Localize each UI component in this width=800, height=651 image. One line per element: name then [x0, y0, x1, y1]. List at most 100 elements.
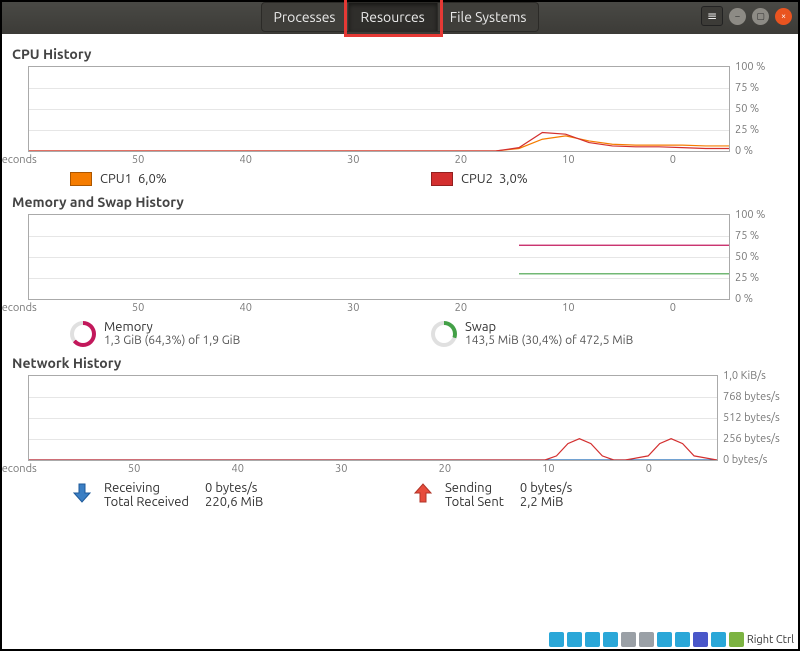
status-icon[interactable]	[711, 632, 726, 647]
x-tick: 0	[670, 154, 676, 166]
total-sent-value: 2,2 MiB	[520, 495, 572, 509]
memory-legend[interactable]: Memory 1,3 GiB (64,3%) of 1,9 GiB	[70, 320, 431, 347]
content: CPU History 100 % 75 % 50 % 25 % 0 % 60 …	[0, 34, 800, 509]
memory-section-title: Memory and Swap History	[12, 194, 792, 210]
y-tick: 75 %	[735, 82, 759, 94]
cpu2-swatch-icon	[431, 172, 453, 186]
status-icon[interactable]	[657, 632, 672, 647]
y-tick: 25 %	[735, 272, 759, 284]
status-icon[interactable]	[675, 632, 690, 647]
x-tick: 50	[132, 302, 144, 314]
status-icon[interactable]	[729, 632, 744, 647]
y-tick: 0 %	[735, 293, 753, 305]
y-tick: 0 bytes/s	[723, 454, 767, 466]
cpu1-legend[interactable]: CPU1 6,0%	[70, 172, 431, 186]
window-controls: ≡ – ▢ ×	[701, 6, 792, 26]
status-icon[interactable]	[603, 632, 618, 647]
close-button[interactable]: ×	[775, 8, 792, 25]
swap-label: Swap	[465, 320, 633, 334]
tab-processes[interactable]: Processes	[261, 2, 349, 32]
memory-x-axis: 60 seconds 50 40 30 20 10 0	[18, 302, 730, 314]
upload-arrow-icon	[411, 481, 435, 505]
status-icon[interactable]	[621, 632, 636, 647]
receiving-label: Receiving	[104, 481, 189, 495]
x-tick: 30	[335, 463, 347, 475]
network-chart: 1,0 KiB/s 768 bytes/s 512 bytes/s 256 by…	[28, 375, 718, 461]
total-sent-label: Total Sent	[445, 495, 504, 509]
x-tick: 50	[128, 463, 140, 475]
y-tick: 50 %	[735, 251, 759, 263]
titlebar: Processes Resources File Systems ≡ – ▢ ×	[0, 0, 800, 34]
x-tick: 10	[562, 302, 574, 314]
memory-chart: 100 % 75 % 50 % 25 % 0 %	[28, 214, 730, 300]
y-tick: 256 bytes/s	[723, 433, 780, 445]
sending-rate: 0 bytes/s	[520, 481, 572, 495]
cpu-y-axis: 100 % 75 % 50 % 25 % 0 %	[729, 67, 789, 151]
tab-resources[interactable]: Resources	[349, 2, 438, 32]
x-tick: 20	[455, 154, 467, 166]
y-tick: 1,0 KiB/s	[723, 370, 766, 382]
status-icon[interactable]	[549, 632, 564, 647]
sending-label: Sending	[445, 481, 504, 495]
memory-pie-icon	[70, 321, 96, 347]
status-icon[interactable]	[567, 632, 582, 647]
tab-file-systems[interactable]: File Systems	[438, 2, 540, 32]
minimize-button[interactable]: –	[729, 8, 746, 25]
x-tick: 40	[239, 302, 251, 314]
total-received-label: Total Received	[104, 495, 189, 509]
y-tick: 50 %	[735, 103, 759, 115]
x-tick: 20	[439, 463, 451, 475]
x-tick: 60 seconds	[0, 154, 37, 166]
x-tick: 0	[670, 302, 676, 314]
sending-legend[interactable]: Sending 0 bytes/s Total Sent 2,2 MiB	[411, 481, 752, 509]
download-arrow-icon	[70, 481, 94, 505]
network-section-title: Network History	[12, 355, 792, 371]
y-tick: 25 %	[735, 124, 759, 136]
cpu1-label: CPU1	[100, 172, 132, 186]
memory-detail: 1,3 GiB (64,3%) of 1,9 GiB	[104, 334, 240, 347]
swap-detail: 143,5 MiB (30,4%) of 472,5 MiB	[465, 334, 633, 347]
x-tick: 60 seconds	[0, 302, 37, 314]
cpu2-value: 3,0%	[499, 172, 528, 186]
status-icon[interactable]	[639, 632, 654, 647]
receiving-rate: 0 bytes/s	[205, 481, 263, 495]
y-tick: 512 bytes/s	[723, 412, 780, 424]
x-tick: 10	[542, 463, 554, 475]
x-tick: 30	[347, 154, 359, 166]
y-tick: 100 %	[735, 61, 765, 73]
total-received-value: 220,6 MiB	[205, 495, 263, 509]
x-tick: 30	[347, 302, 359, 314]
swap-pie-icon	[431, 321, 457, 347]
status-icon[interactable]	[585, 632, 600, 647]
y-tick: 100 %	[735, 209, 765, 221]
receiving-legend[interactable]: Receiving 0 bytes/s Total Received 220,6…	[70, 481, 411, 509]
hamburger-menu-button[interactable]: ≡	[701, 6, 723, 26]
network-x-axis: 60 seconds 50 40 30 20 10 0	[18, 463, 718, 475]
swap-legend[interactable]: Swap 143,5 MiB (30,4%) of 472,5 MiB	[431, 320, 792, 347]
cpu-x-axis: 60 seconds 50 40 30 20 10 0	[18, 154, 730, 166]
host-key-label: Right Ctrl	[747, 634, 794, 646]
x-tick: 40	[231, 463, 243, 475]
x-tick: 10	[562, 154, 574, 166]
vm-status-bar: Right Ctrl	[549, 632, 794, 647]
cpu1-value: 6,0%	[138, 172, 167, 186]
x-tick: 20	[455, 302, 467, 314]
cpu-section-title: CPU History	[12, 46, 792, 62]
y-tick: 0 %	[735, 145, 753, 157]
cpu1-swatch-icon	[70, 172, 92, 186]
maximize-button[interactable]: ▢	[752, 8, 769, 25]
network-y-axis: 1,0 KiB/s 768 bytes/s 512 bytes/s 256 by…	[717, 376, 789, 460]
status-icon[interactable]	[693, 632, 708, 647]
x-tick: 50	[132, 154, 144, 166]
view-tabs: Processes Resources File Systems	[261, 2, 540, 32]
cpu2-legend[interactable]: CPU2 3,0%	[431, 172, 792, 186]
x-tick: 40	[239, 154, 251, 166]
memory-label: Memory	[104, 320, 240, 334]
y-tick: 75 %	[735, 230, 759, 242]
cpu-chart: 100 % 75 % 50 % 25 % 0 %	[28, 66, 730, 152]
memory-y-axis: 100 % 75 % 50 % 25 % 0 %	[729, 215, 789, 299]
cpu2-label: CPU2	[461, 172, 493, 186]
x-tick: 60 seconds	[0, 463, 37, 475]
y-tick: 768 bytes/s	[723, 391, 780, 403]
x-tick: 0	[646, 463, 652, 475]
